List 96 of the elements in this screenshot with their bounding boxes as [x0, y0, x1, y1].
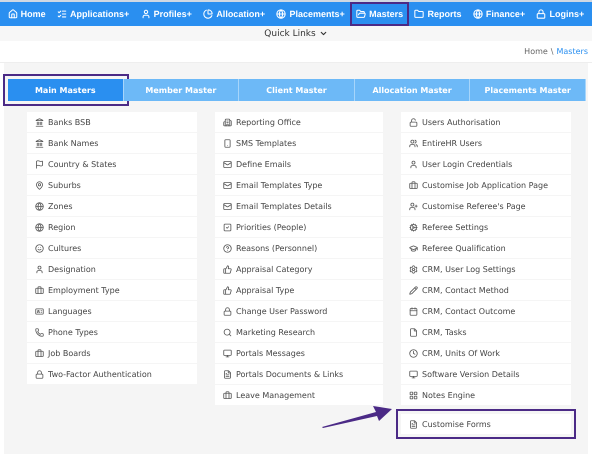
- master-link[interactable]: Leave Management: [215, 385, 383, 405]
- phone-icon: [223, 138, 232, 148]
- briefcase-icon: [223, 390, 232, 400]
- clock-icon: [409, 348, 418, 358]
- smiley-icon: [35, 244, 44, 252]
- master-link[interactable]: Appraisal Type: [215, 280, 383, 300]
- lock-icon: [35, 370, 44, 378]
- checkbox-icon: [223, 222, 232, 232]
- settings-icon: [409, 264, 418, 274]
- master-link[interactable]: Customise Forms: [401, 414, 571, 434]
- master-link[interactable]: User Login Credentials: [401, 154, 571, 174]
- master-link[interactable]: Define Emails: [215, 154, 383, 174]
- master-link[interactable]: Two-Factor Authentication: [27, 364, 197, 384]
- master-link[interactable]: Referee Settings: [401, 217, 571, 237]
- document-icon: [223, 370, 232, 378]
- map-pin-icon: [35, 180, 44, 190]
- master-link[interactable]: Region: [27, 217, 197, 237]
- master-link[interactable]: Languages: [27, 301, 197, 321]
- master-link[interactable]: Customise Job Application Page: [401, 175, 571, 195]
- master-link[interactable]: Email Templates Details: [215, 196, 383, 216]
- master-link[interactable]: Zones: [27, 196, 197, 216]
- person-icon: [409, 160, 418, 168]
- master-link[interactable]: Portals Messages: [215, 343, 383, 363]
- add-user-icon: [409, 202, 418, 210]
- master-link[interactable]: Referee Qualification: [401, 238, 571, 258]
- pencil-icon: [409, 286, 418, 294]
- users-icon: [409, 138, 418, 148]
- master-link[interactable]: Reporting Office: [215, 112, 383, 132]
- thumbs-up-icon: [223, 264, 232, 274]
- question-icon: [223, 244, 232, 252]
- globe-icon: [35, 202, 44, 210]
- grid-icon: [409, 390, 418, 400]
- bank-icon: [35, 138, 44, 148]
- building-icon: [223, 118, 232, 126]
- master-link[interactable]: Change User Password: [215, 301, 383, 321]
- folder-icon: [356, 9, 366, 19]
- master-link[interactable]: Reasons (Personnel): [215, 238, 383, 258]
- master-link[interactable]: Software Version Details: [401, 364, 571, 384]
- chevron-down-icon: [318, 29, 328, 38]
- monitor-icon: [409, 370, 418, 378]
- graduation-cap-icon: [409, 244, 418, 252]
- master-link[interactable]: CRM, User Log Settings: [401, 259, 571, 279]
- globe-icon: [35, 222, 44, 232]
- master-link[interactable]: Customise Referee's Page: [401, 196, 571, 216]
- master-link[interactable]: Marketing Research: [215, 322, 383, 342]
- envelope-icon: [223, 202, 232, 210]
- flag-icon: [35, 160, 44, 168]
- phone-icon: [35, 328, 44, 336]
- master-link[interactable]: EntireHR Users: [401, 133, 571, 153]
- briefcase-icon: [409, 180, 418, 190]
- master-link[interactable]: Banks BSB: [27, 112, 197, 132]
- globe-icon: [472, 9, 483, 19]
- master-link[interactable]: CRM, Units Of Work: [401, 343, 571, 363]
- home-icon: [8, 9, 18, 19]
- unlocked-icon: [409, 118, 418, 126]
- master-link[interactable]: Portals Documents & Links: [215, 364, 383, 384]
- breadcrumb-link[interactable]: Home: [524, 47, 548, 56]
- master-link[interactable]: CRM, Tasks: [401, 322, 571, 342]
- quick-links-toggle[interactable]: Quick Links: [264, 26, 328, 41]
- id-card-icon: [35, 306, 44, 316]
- file-icon: [409, 328, 418, 336]
- master-link[interactable]: Bank Names: [27, 133, 197, 153]
- pie-chart-icon: [203, 9, 214, 19]
- document-icon: [409, 420, 418, 428]
- master-link[interactable]: Users Authorisation: [401, 112, 571, 132]
- envelope-icon: [223, 160, 232, 168]
- master-link[interactable]: Job Boards: [27, 343, 197, 363]
- calendar-icon: [409, 306, 418, 316]
- master-link[interactable]: Country & States: [27, 154, 197, 174]
- briefcase-icon: [35, 286, 44, 294]
- master-link[interactable]: Priorities (People): [215, 217, 383, 237]
- master-link[interactable]: CRM, Contact Method: [401, 280, 571, 300]
- search-icon: [223, 328, 232, 336]
- master-link[interactable]: Employment Type: [27, 280, 197, 300]
- master-link[interactable]: CRM, Contact Outcome: [401, 301, 571, 321]
- envelope-icon: [223, 180, 232, 190]
- master-link[interactable]: Designation: [27, 259, 197, 279]
- master-link[interactable]: Notes Engine: [401, 385, 571, 405]
- folder-icon: [414, 9, 424, 19]
- master-link[interactable]: Appraisal Category: [215, 259, 383, 279]
- globe-icon: [276, 9, 286, 19]
- master-link[interactable]: Email Templates Type: [215, 175, 383, 195]
- thumbs-up-icon: [223, 286, 232, 294]
- master-link[interactable]: Suburbs: [27, 175, 197, 195]
- briefcase-icon: [35, 348, 44, 358]
- master-link[interactable]: Phone Types: [27, 322, 197, 342]
- lock-icon: [536, 9, 546, 19]
- bank-icon: [35, 118, 44, 126]
- person-icon: [35, 264, 44, 274]
- monitor-icon: [223, 348, 232, 358]
- person-icon: [140, 9, 151, 19]
- breadcrumb-separator: \: [550, 47, 554, 56]
- checklist-icon: [57, 9, 68, 19]
- master-link[interactable]: SMS Templates: [215, 133, 383, 153]
- lock-icon: [223, 306, 232, 316]
- master-link[interactable]: Cultures: [27, 238, 197, 258]
